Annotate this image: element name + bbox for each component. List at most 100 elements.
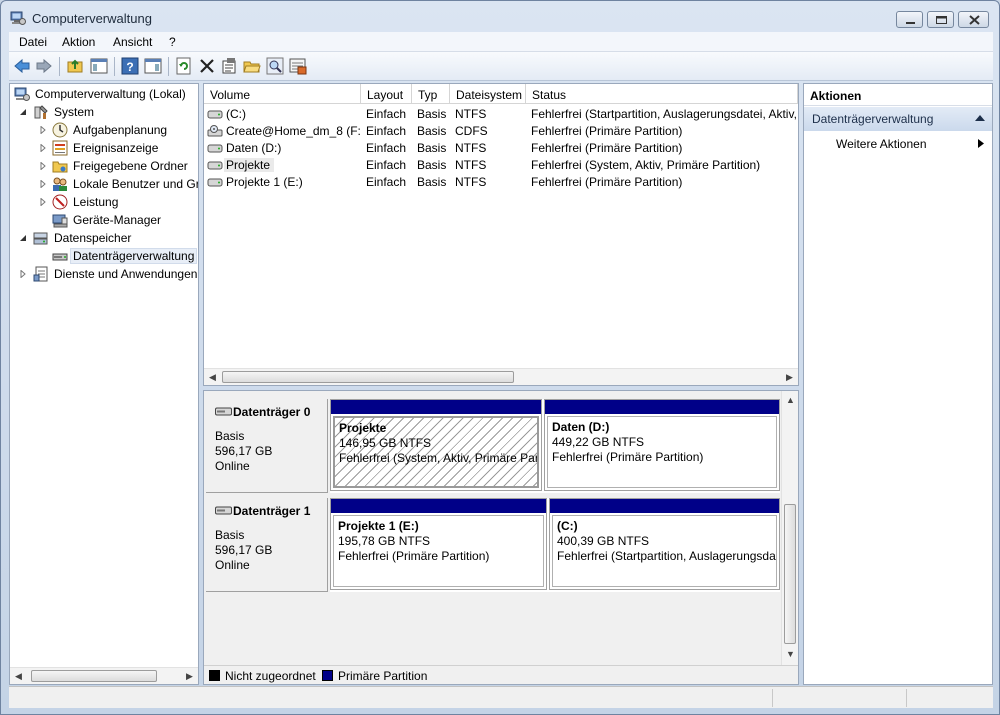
up-folder-icon[interactable] (66, 57, 84, 75)
tree-item-freigegebene-ordner[interactable]: Freigegebene Ordner (10, 157, 198, 175)
column-header-volume[interactable]: Volume (204, 84, 361, 104)
table-row[interactable]: (C:) Einfach Basis NTFS Fehlerfrei (Star… (204, 105, 798, 122)
menu-help[interactable]: ? (169, 35, 176, 49)
submenu-arrow-icon[interactable] (978, 139, 984, 148)
cell-layout: Einfach (366, 107, 407, 121)
table-row[interactable]: Create@Home_dm_8 (F:) Einfach Basis CDFS… (204, 122, 798, 139)
tree-item-lokale-benutzer[interactable]: Lokale Benutzer und Gr (10, 175, 198, 193)
disk-0-name: Datenträger 0 (233, 405, 311, 419)
cell-volume: Projekte 1 (E:) (226, 175, 303, 189)
disk-view-vertical-scrollbar[interactable]: ▲ ▼ (781, 391, 798, 665)
tree-item-datenspeicher[interactable]: Datenspeicher (10, 229, 198, 247)
scrollbar-thumb[interactable] (222, 371, 514, 383)
back-icon[interactable] (13, 57, 31, 75)
column-header-typ[interactable]: Typ (412, 84, 450, 104)
tree-label-freigegebene-ordner: Freigegebene Ordner (73, 159, 188, 173)
tree-item-datentraegerverwaltung[interactable]: Datenträgerverwaltung (10, 247, 198, 265)
tree-item-root[interactable]: Computerverwaltung (Lokal) (10, 85, 198, 103)
search-icon[interactable] (266, 57, 284, 75)
disk-0-info[interactable]: Datenträger 0 Basis 596,17 GB Online (206, 399, 328, 493)
tree-item-leistung[interactable]: Leistung (10, 193, 198, 211)
settings-icon[interactable] (289, 57, 307, 75)
expanded-arrow-icon[interactable] (19, 108, 27, 116)
forward-icon[interactable] (35, 57, 53, 75)
cell-typ: Basis (417, 175, 447, 189)
menu-ansicht[interactable]: Ansicht (113, 35, 152, 49)
collapsed-arrow-icon[interactable] (39, 144, 47, 152)
scroll-right-icon[interactable]: ▶ (786, 372, 793, 383)
actions-header: Aktionen (804, 84, 992, 106)
open-folder-icon[interactable] (243, 57, 261, 75)
delete-icon[interactable] (198, 57, 216, 75)
column-header-status[interactable]: Status (526, 84, 798, 104)
disk-0-size: 596,17 GB (215, 444, 273, 458)
collapse-up-icon[interactable] (975, 115, 985, 122)
show-tree-icon[interactable] (90, 57, 108, 75)
drive-icon (207, 178, 223, 187)
volume-list-horizontal-scrollbar[interactable]: ◀ ▶ (204, 368, 798, 385)
menu-aktion[interactable]: Aktion (62, 35, 95, 49)
scroll-right-icon[interactable]: ▶ (186, 671, 193, 682)
maximize-button[interactable] (927, 11, 954, 28)
partition-status: Fehlerfrei (Primäre Partition) (552, 450, 704, 464)
tree-item-dienste[interactable]: Dienste und Anwendungen (10, 265, 198, 283)
scrollbar-thumb[interactable] (784, 504, 796, 644)
actions-section-datentraegerverwaltung[interactable]: Datenträgerverwaltung (804, 107, 992, 131)
cell-layout: Einfach (366, 141, 407, 155)
cell-volume: Create@Home_dm_8 (F:) (226, 124, 360, 138)
legend-swatch-primary (322, 670, 333, 681)
column-header-dateisystem[interactable]: Dateisystem (450, 84, 526, 104)
collapsed-arrow-icon[interactable] (19, 270, 27, 278)
collapsed-arrow-icon[interactable] (39, 180, 47, 188)
drive-icon (207, 161, 223, 170)
scroll-down-icon[interactable]: ▼ (786, 649, 795, 659)
disk-1-state: Online (215, 558, 250, 572)
cell-layout: Einfach (366, 158, 407, 172)
column-header-layout[interactable]: Layout (361, 84, 412, 104)
services-icon (33, 266, 48, 282)
tree-label-root: Computerverwaltung (Lokal) (35, 87, 186, 101)
cell-volume: Daten (D:) (226, 141, 282, 155)
partition-projekte-1[interactable]: Projekte 1 (E:) 195,78 GB NTFS Fehlerfre… (330, 498, 547, 590)
properties-icon[interactable] (220, 57, 238, 75)
menu-datei[interactable]: Datei (19, 35, 47, 49)
table-row[interactable]: Projekte 1 (E:) Einfach Basis NTFS Fehle… (204, 173, 798, 190)
disk-0-partitions: Projekte 146,95 GB NTFS Fehlerfrei (Syst… (330, 399, 780, 493)
tree-label-dienste: Dienste und Anwendungen (54, 267, 198, 281)
table-row[interactable]: Daten (D:) Einfach Basis NTFS Fehlerfrei… (204, 139, 798, 156)
collapsed-arrow-icon[interactable] (39, 162, 47, 170)
disk-1-size: 596,17 GB (215, 543, 273, 557)
expanded-arrow-icon[interactable] (19, 234, 27, 242)
scroll-left-icon[interactable]: ◀ (209, 372, 216, 383)
partition-c[interactable]: (C:) 400,39 GB NTFS Fehlerfrei (Startpar… (549, 498, 780, 590)
cell-status: Fehlerfrei (System, Aktiv, Primäre Parti… (531, 158, 761, 172)
partition-size: 195,78 GB NTFS (338, 534, 431, 548)
show-action-pane-icon[interactable] (144, 57, 162, 75)
close-button[interactable] (958, 11, 989, 28)
tree-horizontal-scrollbar[interactable]: ◀ ▶ (10, 667, 198, 684)
collapsed-arrow-icon[interactable] (39, 198, 47, 206)
partition-daten[interactable]: Daten (D:) 449,22 GB NTFS Fehlerfrei (Pr… (544, 399, 780, 491)
menu-bar: Datei Aktion Ansicht ? (9, 32, 993, 52)
partition-projekte[interactable]: Projekte 146,95 GB NTFS Fehlerfrei (Syst… (330, 399, 542, 491)
tree-label-datentraegerverwaltung: Datenträgerverwaltung (69, 248, 198, 264)
legend-swatch-unallocated (209, 670, 220, 681)
refresh-icon[interactable] (175, 57, 193, 75)
device-manager-icon (52, 214, 68, 228)
tree-item-aufgabenplanung[interactable]: Aufgabenplanung (10, 121, 198, 139)
partition-box: Projekte 146,95 GB NTFS Fehlerfrei (Syst… (333, 416, 539, 488)
scrollbar-thumb[interactable] (31, 670, 157, 682)
minimize-button[interactable] (896, 11, 923, 28)
tree-item-ereignisanzeige[interactable]: Ereignisanzeige (10, 139, 198, 157)
help-icon[interactable]: ? (121, 57, 139, 75)
scroll-up-icon[interactable]: ▲ (786, 395, 795, 405)
disk-1-info[interactable]: Datenträger 1 Basis 596,17 GB Online (206, 498, 328, 592)
scroll-left-icon[interactable]: ◀ (15, 671, 22, 682)
collapsed-arrow-icon[interactable] (39, 126, 47, 134)
tree-item-system[interactable]: System (10, 103, 198, 121)
title-bar[interactable]: Computerverwaltung (1, 1, 999, 33)
table-row[interactable]: Projekte Einfach Basis NTFS Fehlerfrei (… (204, 156, 798, 173)
action-weitere-aktionen[interactable]: Weitere Aktionen (836, 137, 927, 151)
performance-icon (52, 194, 68, 210)
tree-item-geraete-manager[interactable]: Geräte-Manager (10, 211, 198, 229)
